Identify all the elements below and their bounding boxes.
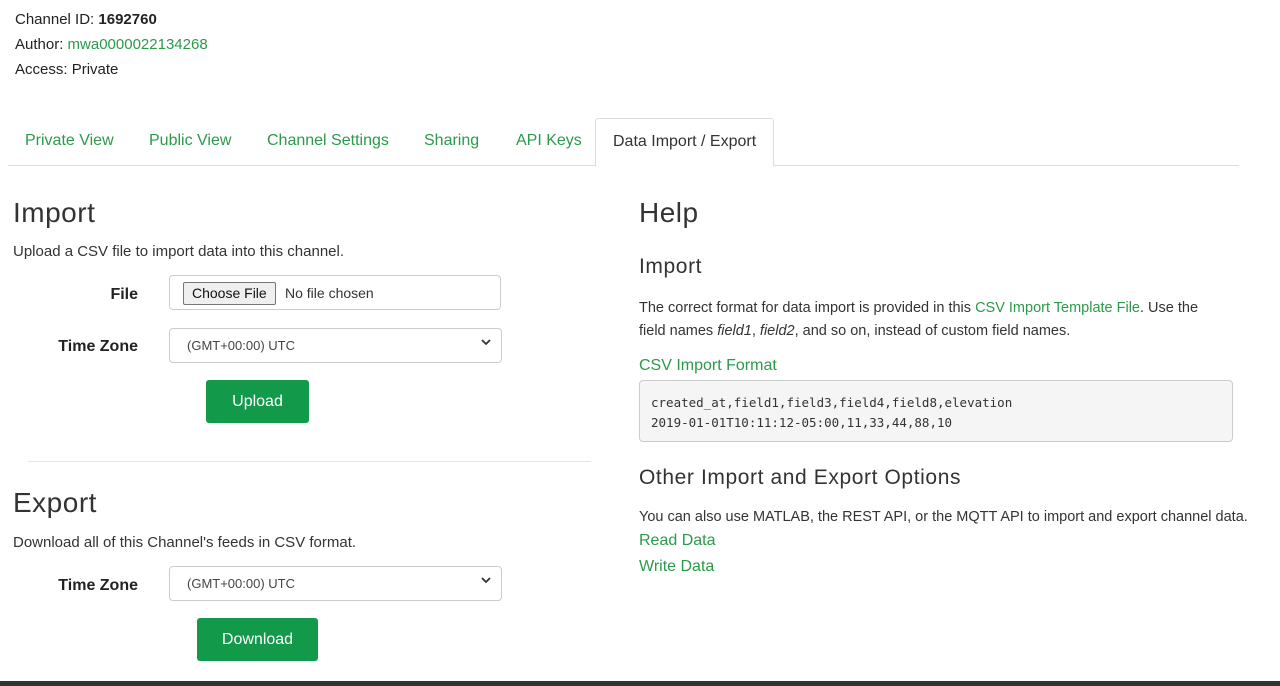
import-timezone-select[interactable]: (GMT+00:00) UTC — [169, 328, 502, 363]
csv-import-format-link[interactable]: CSV Import Format — [639, 357, 777, 375]
channel-id-row: Channel ID: 1692760 — [15, 7, 208, 32]
author-link[interactable]: mwa0000022134268 — [68, 36, 208, 53]
help-import-text-part: The correct format for data import is pr… — [639, 300, 976, 316]
export-timezone-value: (GMT+00:00) UTC — [187, 576, 295, 591]
channel-id-label: Channel ID: — [15, 11, 95, 28]
import-title: Import — [13, 197, 96, 228]
import-timezone-value: (GMT+00:00) UTC — [187, 338, 295, 353]
section-divider — [28, 461, 591, 462]
code-line: 2019-01-01T10:11:12-05:00,11,33,44,88,10 — [651, 415, 953, 430]
csv-format-code-block: created_at,field1,field3,field4,field8,e… — [639, 380, 1233, 442]
tab-private-view[interactable]: Private View — [8, 118, 131, 164]
chevron-down-icon — [481, 339, 491, 346]
footer-bar — [0, 681, 1280, 686]
other-options-text: You can also use MATLAB, the REST API, o… — [639, 509, 1248, 525]
tab-sharing[interactable]: Sharing — [407, 118, 496, 164]
author-label: Author: — [15, 36, 64, 53]
import-timezone-label: Time Zone — [58, 338, 138, 355]
write-data-link[interactable]: Write Data — [639, 558, 714, 576]
help-import-title: Import — [639, 255, 703, 278]
export-title: Export — [13, 487, 97, 518]
file-label: File — [110, 286, 138, 303]
import-description: Upload a CSV file to import data into th… — [13, 243, 345, 260]
choose-file-button[interactable]: Choose File — [183, 282, 276, 305]
tab-channel-settings[interactable]: Channel Settings — [250, 118, 406, 164]
help-import-text-part: , and so on, instead of custom field nam… — [794, 323, 1071, 339]
author-row: Author: mwa0000022134268 — [15, 32, 208, 57]
access-value: Private — [71, 61, 119, 78]
access-label: Access: — [15, 61, 68, 78]
help-title: Help — [639, 197, 699, 228]
tab-api-keys[interactable]: API Keys — [499, 118, 599, 164]
code-line: created_at,field1,field3,field4,field8,e… — [651, 395, 1013, 410]
chevron-down-icon — [481, 577, 491, 584]
help-import-text-part: . Use the — [1140, 300, 1199, 316]
field1-text: field1 — [717, 323, 752, 339]
read-data-link[interactable]: Read Data — [639, 532, 716, 550]
export-timezone-select[interactable]: (GMT+00:00) UTC — [169, 566, 502, 601]
help-import-text: The correct format for data import is pr… — [639, 297, 1239, 343]
csv-template-link[interactable]: CSV Import Template File — [975, 300, 1140, 316]
download-button[interactable]: Download — [197, 618, 318, 661]
file-input[interactable]: Choose File No file chosen — [169, 275, 501, 310]
no-file-chosen-text: No file chosen — [285, 285, 374, 301]
other-options-title: Other Import and Export Options — [639, 466, 962, 489]
channel-id-value: 1692760 — [98, 11, 157, 28]
export-description: Download all of this Channel's feeds in … — [13, 534, 357, 551]
help-import-text-part: field names — [639, 323, 718, 339]
help-import-text-part: , — [751, 323, 760, 339]
channel-tabs: Private View Public View Channel Setting… — [8, 118, 1239, 167]
export-timezone-label: Time Zone — [58, 577, 138, 594]
access-row: Access: Private — [15, 57, 208, 82]
field2-text: field2 — [759, 323, 795, 339]
upload-button[interactable]: Upload — [206, 380, 309, 423]
tab-data-import-export[interactable]: Data Import / Export — [595, 118, 775, 167]
tab-public-view[interactable]: Public View — [132, 118, 248, 164]
channel-meta: Channel ID: 1692760 Author: mwa000002213… — [15, 7, 208, 82]
